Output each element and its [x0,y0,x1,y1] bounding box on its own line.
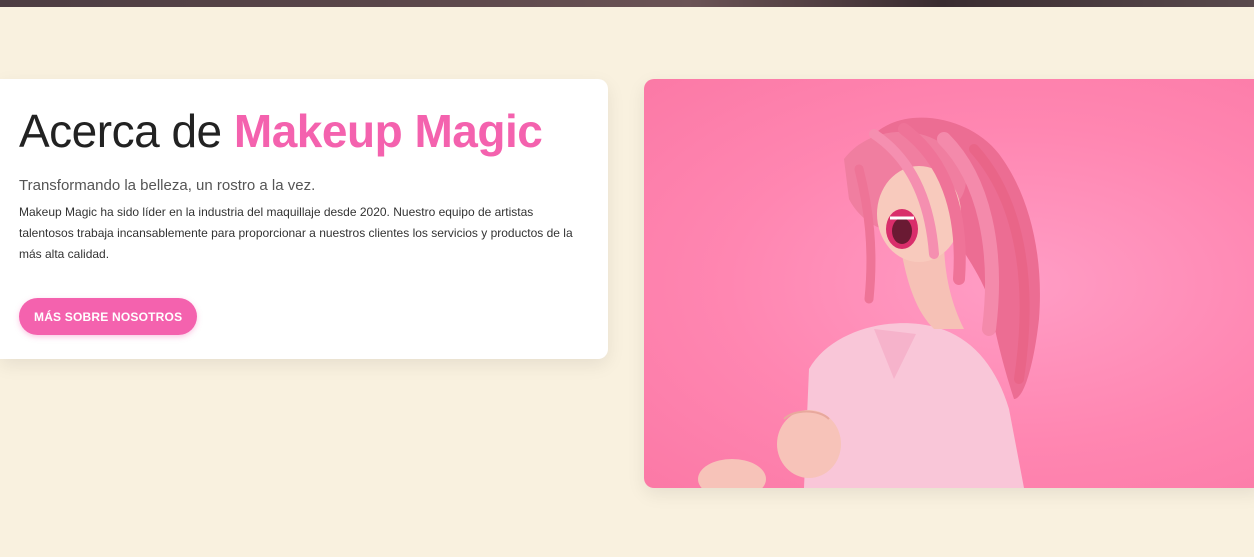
hero-photo-illustration [698,117,1040,488]
more-about-us-button[interactable]: MÁS SOBRE NOSOTROS [19,298,198,335]
about-description: Makeup Magic ha sido líder en la industr… [19,205,573,261]
top-banner-image-strip [0,0,1254,7]
about-subtitle: Transformando la belleza, un rostro a la… [19,177,316,194]
about-card: Acerca de Makeup Magic Transformando la … [0,79,608,359]
about-title-brand: Makeup Magic [233,105,543,157]
about-title: Acerca de Makeup Magic [19,104,543,158]
hero-photo-pink-hair-woman [644,79,1254,488]
about-title-prefix: Acerca de [19,105,222,157]
